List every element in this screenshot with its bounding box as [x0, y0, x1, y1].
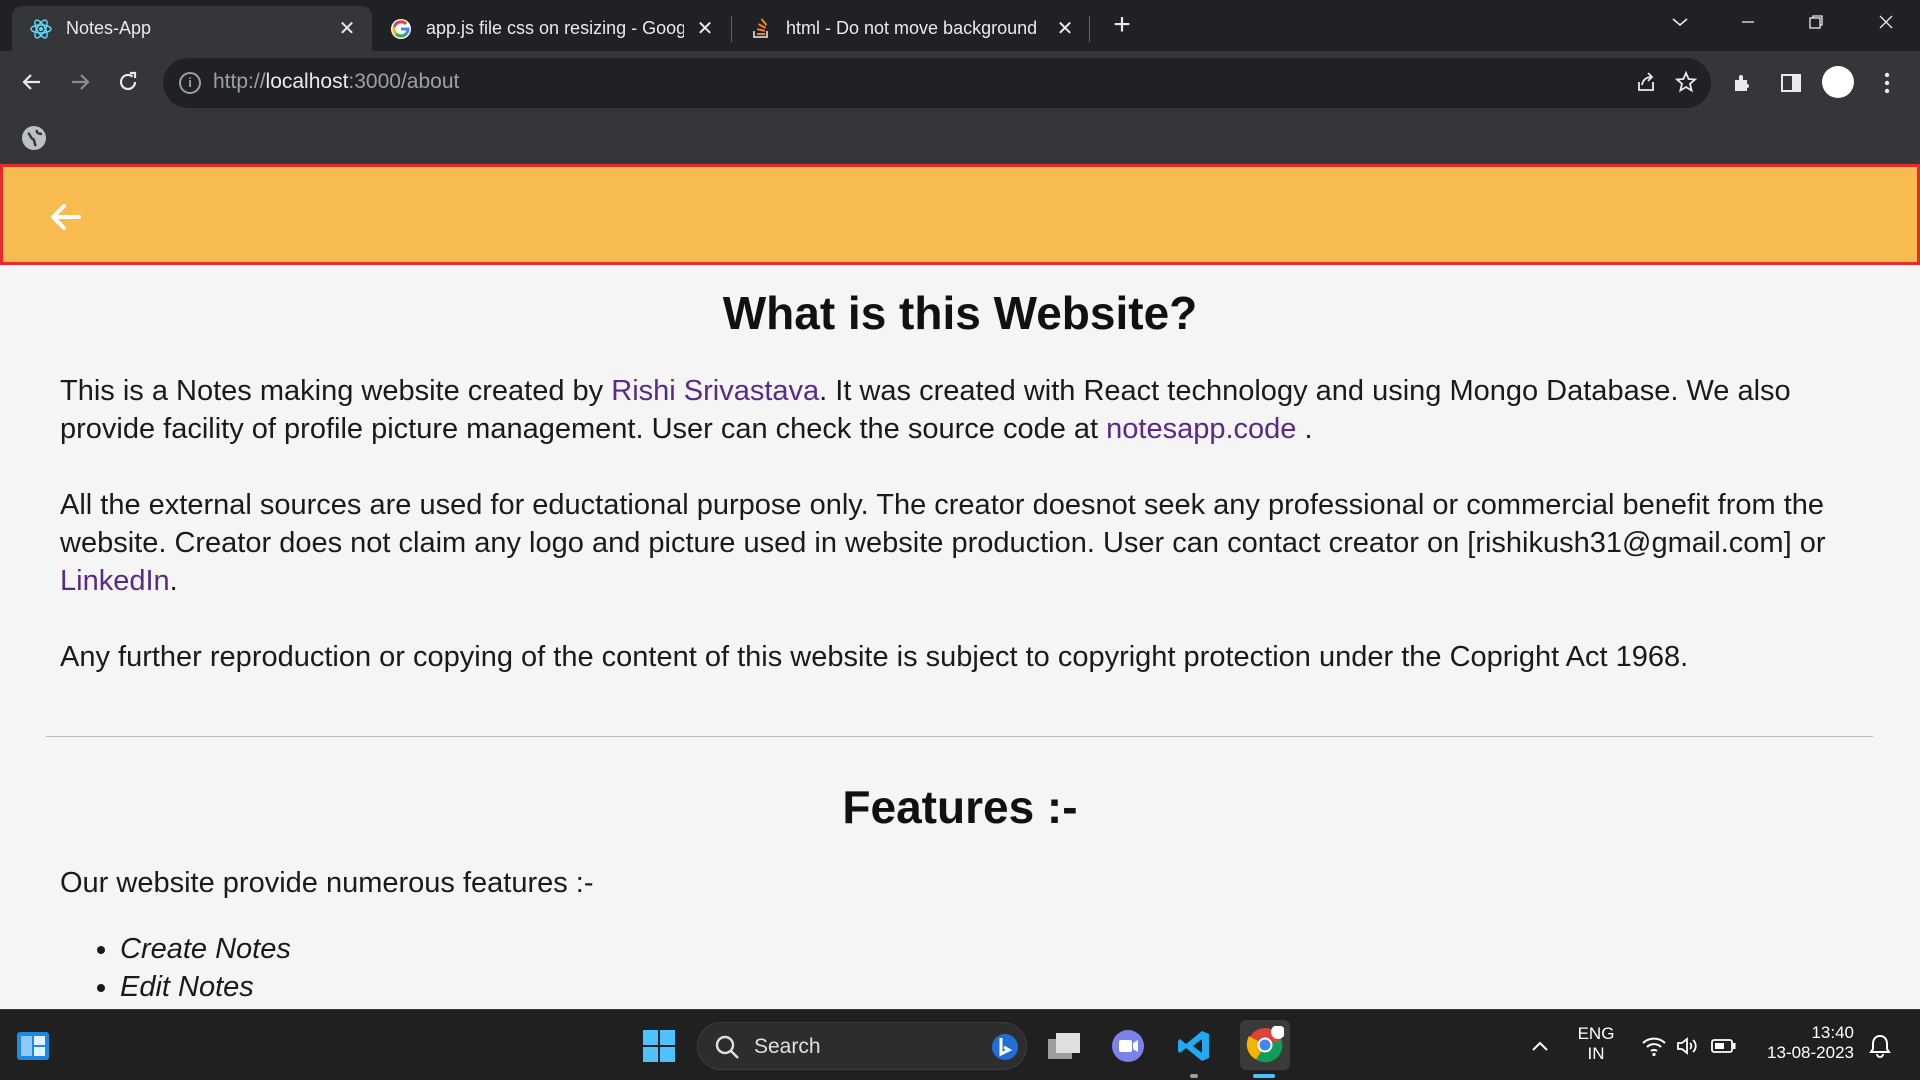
disclaimer-paragraph: All the external sources are used for ed… — [60, 486, 1860, 600]
url-host: localhost — [265, 70, 349, 93]
tab-title: html - Do not move background — [786, 18, 1038, 38]
list-item: Create Notes — [120, 930, 291, 968]
author-link[interactable]: Rishi Srivastava — [611, 375, 819, 407]
tab-title: Notes-App — [66, 18, 152, 38]
restore-icon[interactable] — [1788, 0, 1844, 44]
teams-chat-icon[interactable] — [1106, 1024, 1150, 1068]
intro-text-end: . — [1296, 413, 1313, 445]
page-content: What is this Website? This is a Notes ma… — [0, 164, 1920, 1009]
profile-avatar[interactable] — [1822, 66, 1854, 98]
back-arrow-icon[interactable] — [45, 197, 85, 237]
linkedin-link[interactable]: LinkedIn — [60, 565, 170, 597]
new-tab-button[interactable]: + — [1108, 10, 1136, 40]
address-bar[interactable]: i http://localhost:3000/about — [163, 58, 1711, 108]
globe-bookmark-icon[interactable] — [22, 126, 46, 150]
clock-time: 13:40 — [1811, 1023, 1854, 1042]
taskbar-search[interactable]: Search — [697, 1022, 1027, 1070]
side-panel-icon[interactable] — [1774, 66, 1808, 100]
tab-search-chevron-icon[interactable] — [1652, 0, 1708, 44]
windows-taskbar: Search ENG IN 13:40 13-08-2023 — [0, 1009, 1920, 1080]
running-indicator — [1190, 1074, 1198, 1078]
close-tab-icon[interactable]: ✕ — [336, 18, 358, 40]
close-tab-icon[interactable]: ✕ — [694, 18, 716, 40]
tab-separator — [1089, 16, 1090, 42]
bing-icon[interactable] — [990, 1031, 1020, 1063]
bookmarks-bar — [0, 114, 1920, 164]
list-item: Edit Notes — [120, 968, 291, 1006]
features-list: Create Notes Edit Notes — [120, 930, 291, 1006]
reload-icon[interactable] — [110, 64, 146, 100]
region-code: IN — [1587, 1044, 1605, 1063]
features-heading: Features :- — [842, 781, 1078, 833]
google-icon — [390, 18, 412, 40]
site-info-icon[interactable]: i — [179, 72, 201, 94]
browser-tab-bar: Notes-App ✕ app.js file css on resizing … — [0, 0, 1920, 51]
clock-date: 13-08-2023 — [1767, 1043, 1854, 1062]
minimize-icon[interactable] — [1720, 0, 1776, 44]
react-icon — [30, 18, 52, 40]
forward-icon[interactable] — [62, 64, 98, 100]
tab-google-search[interactable]: app.js file css on resizing - Googl ✕ — [372, 6, 730, 51]
url-path: :3000/about — [348, 70, 460, 93]
stackoverflow-icon — [750, 17, 772, 40]
intro-text: This is a Notes making website created b… — [60, 375, 612, 407]
search-icon — [715, 1035, 739, 1059]
extensions-icon[interactable] — [1726, 66, 1760, 100]
tray-chevron-up-icon[interactable] — [1518, 1024, 1562, 1068]
share-icon[interactable] — [1633, 70, 1659, 96]
language-indicator[interactable]: ENG IN — [1574, 1024, 1618, 1064]
disclaimer-text: All the external sources are used for ed… — [60, 489, 1826, 559]
intro-paragraph: This is a Notes making website created b… — [60, 372, 1860, 448]
app-header-bar — [0, 164, 1920, 265]
chrome-icon[interactable] — [1240, 1020, 1290, 1070]
copyright-paragraph: Any further reproduction or copying of t… — [60, 641, 1689, 673]
bookmark-star-icon[interactable] — [1673, 70, 1699, 96]
tab-stackoverflow[interactable]: html - Do not move background ✕ — [732, 6, 1090, 51]
start-windows-icon[interactable] — [637, 1024, 681, 1068]
widgets-icon[interactable] — [11, 1024, 55, 1068]
vscode-icon[interactable] — [1172, 1024, 1216, 1068]
language-code: ENG — [1577, 1024, 1615, 1043]
section-divider — [46, 736, 1873, 737]
tab-notes-app[interactable]: Notes-App ✕ — [12, 6, 372, 51]
clock[interactable]: 13:40 13-08-2023 — [1754, 1023, 1854, 1063]
source-code-link[interactable]: notesapp.code — [1106, 413, 1296, 445]
tab-title: app.js file css on resizing - Googl — [426, 18, 684, 38]
battery-icon[interactable] — [1702, 1024, 1746, 1068]
disclaimer-text-end: . — [169, 565, 178, 597]
active-indicator — [1253, 1074, 1275, 1078]
notification-bell-icon[interactable] — [1858, 1024, 1902, 1068]
close-window-icon[interactable] — [1858, 0, 1914, 44]
page-title: What is this Website? — [722, 287, 1198, 339]
url-scheme: http:// — [213, 70, 266, 93]
search-label: Search — [754, 1035, 821, 1058]
task-view-icon[interactable] — [1042, 1024, 1086, 1068]
features-intro: Our website provide numerous features :- — [60, 867, 594, 899]
close-tab-icon[interactable]: ✕ — [1054, 18, 1076, 40]
browser-toolbar: i http://localhost:3000/about — [0, 51, 1920, 114]
menu-kebab-icon[interactable] — [1870, 66, 1904, 100]
back-icon[interactable] — [14, 64, 50, 100]
url-text[interactable]: http://localhost:3000/about — [213, 70, 459, 94]
